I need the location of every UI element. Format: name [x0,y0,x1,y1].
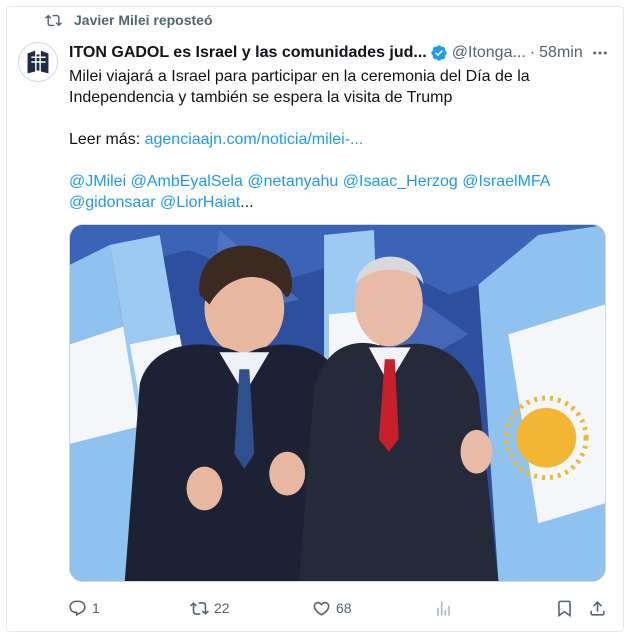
read-more-label: Leer más: [69,131,141,148]
author-handle[interactable]: @Itonga... [452,44,526,62]
mention-link[interactable]: @JMilei [69,173,126,190]
timestamp[interactable]: 58min [539,44,583,62]
more-icon[interactable] [590,43,610,63]
reply-button[interactable]: 1 [68,597,100,619]
mention-link[interactable]: @netanyahu [247,173,338,190]
tweet-header: ITON GADOL es Israel y las comunidades j… [69,41,610,65]
mention-link[interactable]: @LiorHaiat [160,194,240,211]
article-link[interactable]: agenciaajn.com/noticia/milei-... [145,131,364,148]
mentions-ellipsis: ... [240,194,254,211]
mention-link[interactable]: @AmbEyalSela [131,173,243,190]
reply-icon [69,600,86,616]
photo-illustration [70,225,605,581]
like-count: 68 [336,600,352,616]
share-button[interactable] [588,597,607,619]
repost-count: 22 [214,600,230,616]
like-button[interactable]: 68 [312,597,352,619]
tweet-text: Milei viajará a Israel para participar e… [69,68,530,106]
avatar[interactable] [18,42,58,82]
tweet-photo[interactable] [69,224,606,582]
share-icon [590,600,605,616]
mentions-line: @JMilei @AmbEyalSela @netanyahu @Isaac_H… [69,171,599,213]
verified-badge-icon [431,45,447,61]
mention-link[interactable]: @gidonsaar [69,194,156,211]
repost-icon [45,14,62,26]
mention-link[interactable]: @IsraelMFA [462,173,550,190]
bookmark-icon [558,600,571,617]
repost-label[interactable]: Javier Milei reposteó [74,12,213,28]
action-bar: 1 22 68 [68,597,608,619]
bookmark-button[interactable] [555,597,574,619]
read-more-line: Leer más: agenciaajn.com/noticia/milei-.… [69,129,599,150]
separator-dot: · [529,44,536,61]
views-icon [437,600,450,616]
views-button[interactable] [434,597,453,619]
avatar-logo [19,43,57,81]
repost-indicator: Javier Milei reposteó [45,9,213,31]
like-icon [313,601,330,616]
mention-link[interactable]: @Isaac_Herzog [343,173,458,190]
repost-button[interactable]: 22 [190,597,230,619]
author-name[interactable]: ITON GADOL es Israel y las comunidades j… [69,44,427,62]
reply-count: 1 [92,600,100,616]
tweet-body: Milei viajará a Israel para participar e… [69,66,599,213]
repost-icon [190,601,209,615]
